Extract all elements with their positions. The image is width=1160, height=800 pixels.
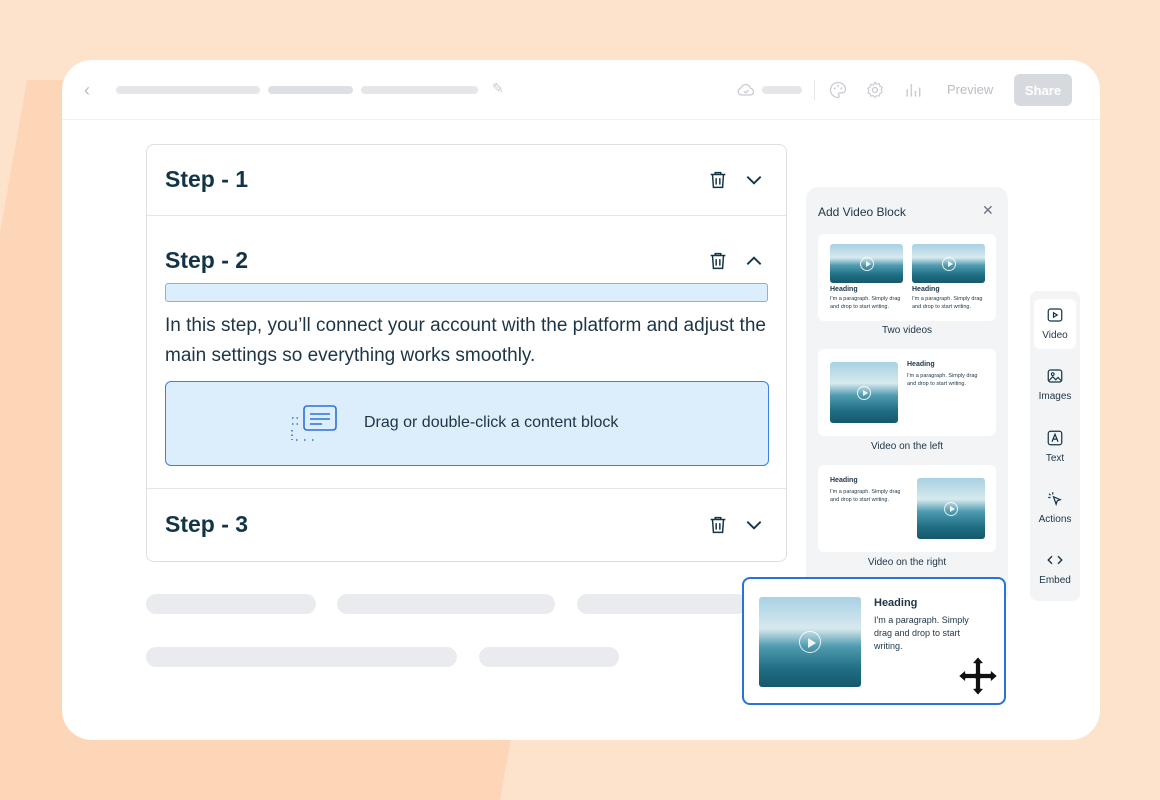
tool-actions[interactable]: Actions xyxy=(1034,483,1076,533)
tool-label: Embed xyxy=(1039,575,1071,586)
content-block-icon xyxy=(291,405,337,441)
text-icon xyxy=(1047,430,1063,446)
option-label: Two videos xyxy=(881,325,933,336)
option-label: Video on the left xyxy=(870,441,944,452)
play-icon xyxy=(944,501,958,516)
step-description[interactable]: In this step, you’ll connect your accoun… xyxy=(165,311,768,371)
cloud-check-icon xyxy=(737,83,755,96)
add-video-block-panel: Add Video Block ✕ Heading I'm a paragrap… xyxy=(806,187,1008,607)
mini-heading: Heading xyxy=(912,286,940,293)
mini-heading: Heading xyxy=(830,477,858,484)
block-tool-rail: Video Images Text Actions Embed xyxy=(1030,291,1080,601)
step-divider xyxy=(147,488,786,489)
video-thumbnail xyxy=(912,244,985,283)
breadcrumb-placeholder xyxy=(116,86,260,94)
palette-icon[interactable] xyxy=(828,80,848,100)
tool-images[interactable]: Images xyxy=(1034,360,1076,410)
image-icon xyxy=(1047,369,1063,383)
video-thumbnail xyxy=(759,597,861,687)
cursor-click-icon xyxy=(1048,492,1062,507)
trash-icon[interactable] xyxy=(707,513,729,537)
video-option-right[interactable]: Heading I'm a paragraph. Simply drag and… xyxy=(818,465,996,552)
play-icon xyxy=(857,385,871,400)
bar-chart-icon[interactable] xyxy=(903,80,923,100)
play-icon xyxy=(799,631,821,653)
tool-embed[interactable]: Embed xyxy=(1034,544,1076,594)
skeleton-line xyxy=(479,647,619,667)
chevron-down-icon[interactable] xyxy=(744,170,764,190)
dropzone-label: Drag or double-click a content block xyxy=(364,414,619,431)
mini-heading: Heading xyxy=(907,361,935,368)
mini-paragraph: I'm a paragraph. Simply drag and drop to… xyxy=(830,296,901,310)
tool-text[interactable]: Text xyxy=(1034,422,1076,472)
drag-card-paragraph: I'm a paragraph. Simply drag and drop to… xyxy=(874,615,969,651)
tool-label: Actions xyxy=(1038,514,1072,525)
mini-paragraph: I'm a paragraph. Simply drag and drop to… xyxy=(907,373,978,387)
save-status-placeholder xyxy=(762,86,802,94)
skeleton-line xyxy=(577,594,747,614)
editor-window: ‹ ✎ Preview Share Step - 1 Step - 2 In t… xyxy=(62,60,1100,740)
skeleton-line xyxy=(337,594,555,614)
tool-label: Text xyxy=(1045,453,1065,464)
trash-icon[interactable] xyxy=(707,168,729,192)
video-thumbnail xyxy=(917,478,985,539)
steps-accordion: Step - 1 Step - 2 In this step, you’ll c… xyxy=(146,144,787,562)
tool-label: Video xyxy=(1042,330,1068,341)
step-2-title[interactable]: Step - 2 xyxy=(165,247,248,274)
step-divider xyxy=(147,215,786,216)
play-icon xyxy=(859,256,874,271)
dragged-video-block[interactable]: Heading I'm a paragraph. Simply drag and… xyxy=(742,577,1006,705)
move-cursor-icon xyxy=(957,655,999,697)
back-chevron-icon[interactable]: ‹ xyxy=(84,80,90,101)
video-option-left[interactable]: Heading I'm a paragraph. Simply drag and… xyxy=(818,349,996,436)
mini-paragraph: I'm a paragraph. Simply drag and drop to… xyxy=(830,489,901,503)
preview-button[interactable]: Preview xyxy=(947,82,993,97)
video-icon xyxy=(1047,308,1063,322)
step-title-input[interactable] xyxy=(165,283,768,302)
code-icon xyxy=(1047,555,1063,565)
step-1-title[interactable]: Step - 1 xyxy=(165,166,248,193)
breadcrumb-placeholder xyxy=(268,86,353,94)
trash-icon[interactable] xyxy=(707,249,729,273)
top-bar: ‹ ✎ Preview Share xyxy=(62,60,1100,120)
step-3-title[interactable]: Step - 3 xyxy=(165,511,248,538)
close-icon[interactable]: ✕ xyxy=(982,202,994,219)
gear-icon[interactable] xyxy=(865,80,885,100)
skeleton-line xyxy=(146,594,316,614)
share-button[interactable]: Share xyxy=(1014,74,1072,106)
tool-video[interactable]: Video xyxy=(1034,299,1076,349)
chevron-down-icon[interactable] xyxy=(744,515,764,535)
mini-heading: Heading xyxy=(830,286,858,293)
breadcrumb-placeholder xyxy=(361,86,478,94)
skeleton-line xyxy=(146,647,457,667)
toolbar-divider xyxy=(814,80,815,100)
option-label: Video on the right xyxy=(867,557,947,568)
mini-paragraph: I'm a paragraph. Simply drag and drop to… xyxy=(912,296,983,310)
tool-label: Images xyxy=(1038,391,1072,402)
play-icon xyxy=(941,256,956,271)
pencil-icon[interactable]: ✎ xyxy=(492,80,504,97)
drag-card-heading: Heading xyxy=(874,597,918,609)
video-thumbnail xyxy=(830,362,898,423)
video-thumbnail xyxy=(830,244,903,283)
content-dropzone[interactable]: Drag or double-click a content block xyxy=(165,381,769,466)
chevron-up-icon[interactable] xyxy=(744,251,764,271)
panel-title: Add Video Block xyxy=(818,205,906,219)
video-option-two-videos[interactable]: Heading I'm a paragraph. Simply drag and… xyxy=(818,234,996,321)
